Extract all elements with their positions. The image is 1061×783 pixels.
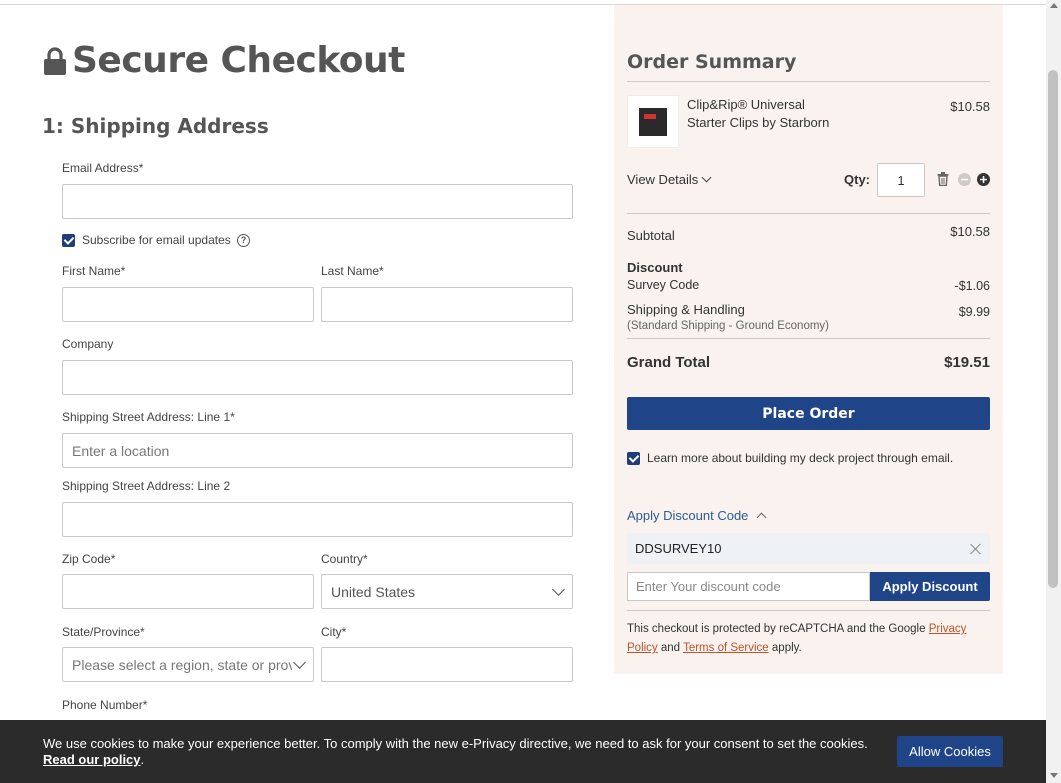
apply-discount-button[interactable]: Apply Discount: [870, 572, 990, 601]
applied-code-text: DDSURVEY10: [635, 541, 722, 556]
cookie-message-text: We use cookies to make your experience b…: [43, 736, 868, 751]
chevron-down-icon: [293, 656, 306, 669]
learn-more-checkbox[interactable]: [627, 452, 640, 465]
divider: [627, 338, 990, 339]
qty-label: Qty:: [844, 172, 870, 187]
page-title: Secure Checkout: [72, 40, 405, 81]
survey-code-value: -$1.06: [954, 279, 990, 293]
email-label: Email Address*: [62, 161, 144, 175]
zip-label: Zip Code*: [62, 552, 116, 566]
company-label: Company: [62, 337, 114, 351]
product-price: $10.58: [950, 99, 990, 114]
discount-code-placeholder: Enter Your discount code: [636, 579, 781, 594]
legal-text: and: [657, 642, 684, 654]
subtotal-label: Subtotal: [627, 228, 675, 243]
lock-icon: [42, 46, 68, 76]
survey-code-label: Survey Code: [627, 278, 700, 292]
divider: [627, 81, 990, 82]
state-label: State/Province*: [62, 625, 145, 639]
product-thumbnail[interactable]: [627, 95, 679, 148]
country-value: United States: [331, 583, 416, 600]
street1-field[interactable]: Enter a location: [62, 433, 573, 468]
divider: [627, 610, 990, 611]
place-order-button[interactable]: Place Order: [627, 397, 990, 430]
shipping-value: $9.99: [958, 305, 990, 319]
scroll-down-arrow-icon[interactable]: [1050, 773, 1058, 778]
view-details-label: View Details: [627, 172, 699, 187]
shipping-section-heading: 1: Shipping Address: [42, 114, 269, 138]
scroll-up-arrow-icon[interactable]: [1050, 3, 1058, 8]
help-icon[interactable]: ?: [237, 234, 250, 247]
email-field[interactable]: [62, 184, 573, 219]
first-name-label: First Name*: [62, 264, 126, 278]
scrollbar-thumb[interactable]: [1048, 70, 1058, 588]
phone-label: Phone Number*: [62, 698, 148, 712]
divider: [627, 213, 990, 214]
street1-placeholder: Enter a location: [72, 442, 170, 459]
first-name-field[interactable]: [62, 287, 314, 322]
last-name-field[interactable]: [321, 287, 573, 322]
discount-label: Discount: [627, 260, 683, 275]
city-field[interactable]: [321, 647, 573, 682]
recaptcha-notice: This checkout is protected by reCAPTCHA …: [627, 620, 987, 658]
shipping-label: Shipping & Handling: [627, 302, 745, 317]
shipping-note: (Standard Shipping - Ground Economy): [627, 320, 829, 332]
street1-label: Shipping Street Address: Line 1*: [62, 410, 235, 424]
cookie-period: .: [140, 752, 145, 767]
close-icon[interactable]: [970, 543, 982, 555]
street2-field[interactable]: [62, 502, 573, 537]
read-policy-link[interactable]: Read our policy: [43, 752, 141, 767]
allow-cookies-button[interactable]: Allow Cookies: [897, 736, 1003, 767]
apply-discount-toggle[interactable]: Apply Discount Code: [627, 508, 767, 523]
company-field[interactable]: [62, 360, 573, 395]
view-details-toggle[interactable]: View Details: [627, 172, 712, 187]
terms-of-service-link[interactable]: Terms of Service: [683, 642, 769, 654]
discount-code-input[interactable]: Enter Your discount code: [627, 572, 870, 601]
product-name[interactable]: Clip&Rip® Universal Starter Clips by Sta…: [687, 96, 837, 132]
country-label: Country*: [321, 552, 368, 566]
last-name-label: Last Name*: [321, 264, 384, 278]
chevron-down-icon: [701, 172, 712, 183]
grand-total-value: $19.51: [944, 354, 990, 371]
state-placeholder: Please select a region, state or provinc…: [72, 656, 292, 673]
subscribe-label: Subscribe for email updates: [82, 233, 231, 247]
learn-more-label: Learn more about building my deck projec…: [647, 451, 954, 465]
plus-icon[interactable]: [977, 173, 990, 186]
page-header: Secure Checkout: [42, 40, 405, 81]
trash-icon[interactable]: [937, 172, 949, 186]
order-summary-title: Order Summary: [627, 51, 797, 73]
chevron-up-icon: [756, 512, 767, 523]
legal-text: apply.: [768, 642, 802, 654]
applied-discount-code: DDSURVEY10: [627, 533, 990, 564]
cookie-message: We use cookies to make your experience b…: [43, 736, 873, 768]
apply-discount-toggle-label: Apply Discount Code: [627, 508, 749, 523]
zip-field[interactable]: [62, 574, 314, 609]
quantity-input[interactable]: 1: [877, 163, 925, 197]
legal-text: This checkout is protected by reCAPTCHA …: [627, 623, 929, 635]
grand-total-label: Grand Total: [627, 354, 711, 371]
qty-value: 1: [897, 172, 905, 188]
minus-icon[interactable]: [958, 173, 971, 186]
street2-label: Shipping Street Address: Line 2: [62, 479, 231, 493]
state-select[interactable]: Please select a region, state or provinc…: [62, 647, 314, 682]
subtotal-value: $10.58: [950, 224, 990, 239]
city-label: City*: [321, 625, 347, 639]
subscribe-checkbox[interactable]: [62, 234, 75, 247]
country-select[interactable]: United States: [321, 574, 573, 609]
chevron-down-icon: [552, 583, 565, 596]
